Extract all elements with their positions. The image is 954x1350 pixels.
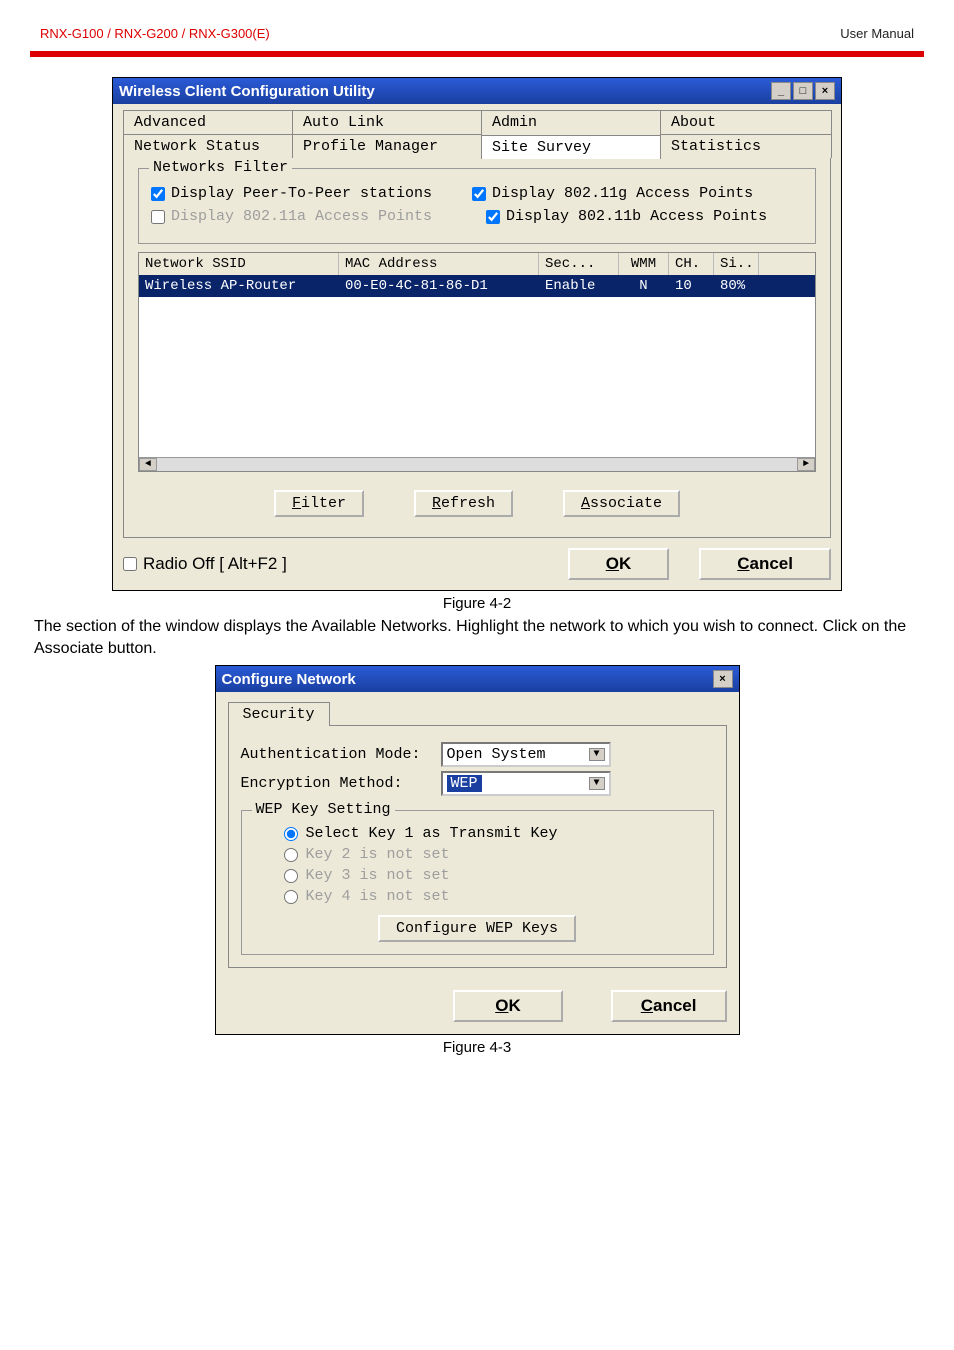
configure-wep-button[interactable]: Configure WEP Keys xyxy=(378,915,576,942)
filter-button[interactable]: Filter xyxy=(274,490,364,517)
radio-off-input[interactable] xyxy=(123,557,137,571)
wep-group-legend: WEP Key Setting xyxy=(252,801,395,818)
window-wireless-utility: Wireless Client Configuration Utility _ … xyxy=(112,77,842,591)
tab-autolink[interactable]: Auto Link xyxy=(292,110,482,134)
select-encryption[interactable]: WEP ▼ xyxy=(441,771,611,796)
checkbox-11b[interactable]: Display 802.11b Access Points xyxy=(486,208,767,225)
networks-table: Network SSID MAC Address Sec... WMM CH. … xyxy=(138,252,816,472)
dropdown-icon[interactable]: ▼ xyxy=(589,777,605,790)
radio-off-label: Radio Off [ Alt+F2 ] xyxy=(143,554,287,574)
tab-about[interactable]: About xyxy=(660,110,832,134)
radio-key1-label: Select Key 1 as Transmit Key xyxy=(306,825,558,842)
radio-key3[interactable]: Key 3 is not set xyxy=(284,867,701,884)
tab-statistics[interactable]: Statistics xyxy=(660,134,832,158)
close-icon[interactable]: × xyxy=(713,670,733,688)
checkbox-11g-input[interactable] xyxy=(472,187,486,201)
checkbox-11a-input[interactable] xyxy=(151,210,165,224)
checkbox-11a-label: Display 802.11a Access Points xyxy=(171,208,432,225)
refresh-button[interactable]: Refresh xyxy=(414,490,513,517)
window-configure-network: Configure Network × Security Authenticat… xyxy=(215,665,740,1035)
td-mac: 00-E0-4C-81-86-D1 xyxy=(339,275,539,297)
tab-advanced[interactable]: Advanced xyxy=(123,110,293,134)
body-paragraph: The section of the window displays the A… xyxy=(34,616,920,659)
header-left: RNX-G100 / RNX-G200 / RNX-G300(E) xyxy=(40,26,270,41)
scroll-right-icon[interactable]: ► xyxy=(797,458,815,471)
radio-key3-label: Key 3 is not set xyxy=(306,867,450,884)
tab-network-status[interactable]: Network Status xyxy=(123,134,293,158)
td-sec: Enable xyxy=(539,275,619,297)
tab-profile-manager[interactable]: Profile Manager xyxy=(292,134,482,158)
select-auth-mode[interactable]: Open System ▼ xyxy=(441,742,611,767)
label-auth-mode: Authentication Mode: xyxy=(241,746,441,763)
ok-button-2[interactable]: OK xyxy=(453,990,563,1022)
checkbox-p2p[interactable]: Display Peer-To-Peer stations xyxy=(151,185,432,202)
td-si: 80% xyxy=(714,275,759,297)
radio-key4[interactable]: Key 4 is not set xyxy=(284,888,701,905)
dropdown-icon[interactable]: ▼ xyxy=(589,748,605,761)
radio-off-checkbox[interactable]: Radio Off [ Alt+F2 ] xyxy=(123,554,287,574)
wep-key-group: WEP Key Setting Select Key 1 as Transmit… xyxy=(241,810,714,955)
th-mac[interactable]: MAC Address xyxy=(339,253,539,275)
checkbox-p2p-label: Display Peer-To-Peer stations xyxy=(171,185,432,202)
networks-filter-group: Networks Filter Display Peer-To-Peer sta… xyxy=(138,168,816,244)
radio-key1-input[interactable] xyxy=(284,827,298,841)
select-encryption-value: WEP xyxy=(447,775,482,792)
td-ssid: Wireless AP-Router xyxy=(139,275,339,297)
maximize-icon[interactable]: □ xyxy=(793,82,813,100)
th-wmm[interactable]: WMM xyxy=(619,253,669,275)
h-scrollbar[interactable]: ◄ ► xyxy=(139,457,815,471)
checkbox-p2p-input[interactable] xyxy=(151,187,165,201)
cancel-button[interactable]: Cancel xyxy=(699,548,831,580)
ok-button[interactable]: OK xyxy=(568,548,670,580)
radio-key2-input[interactable] xyxy=(284,848,298,862)
checkbox-11g-label: Display 802.11g Access Points xyxy=(492,185,753,202)
associate-button[interactable]: Associate xyxy=(563,490,680,517)
radio-key3-input[interactable] xyxy=(284,869,298,883)
cancel-button-2[interactable]: Cancel xyxy=(611,990,727,1022)
select-auth-value: Open System xyxy=(447,746,546,763)
th-ssid[interactable]: Network SSID xyxy=(139,253,339,275)
table-row[interactable]: Wireless AP-Router 00-E0-4C-81-86-D1 Ena… xyxy=(139,275,815,297)
radio-key4-input[interactable] xyxy=(284,890,298,904)
checkbox-11b-label: Display 802.11b Access Points xyxy=(506,208,767,225)
label-encryption: Encryption Method: xyxy=(241,775,441,792)
tab-security[interactable]: Security xyxy=(228,702,330,726)
th-si[interactable]: Si.. xyxy=(714,253,759,275)
tab-site-survey[interactable]: Site Survey xyxy=(481,135,661,159)
table-blank xyxy=(139,297,815,457)
radio-key2[interactable]: Key 2 is not set xyxy=(284,846,701,863)
figure-caption-2: Figure 4-3 xyxy=(34,1039,920,1056)
td-ch: 10 xyxy=(669,275,714,297)
checkbox-11g[interactable]: Display 802.11g Access Points xyxy=(472,185,753,202)
close-icon[interactable]: × xyxy=(815,82,835,100)
titlebar-2: Configure Network × xyxy=(216,666,739,692)
checkbox-11a[interactable]: Display 802.11a Access Points xyxy=(151,208,432,225)
titlebar: Wireless Client Configuration Utility _ … xyxy=(113,78,841,104)
th-sec[interactable]: Sec... xyxy=(539,253,619,275)
header-right: User Manual xyxy=(840,26,914,41)
window-title: Wireless Client Configuration Utility xyxy=(119,83,375,100)
scroll-left-icon[interactable]: ◄ xyxy=(139,458,157,471)
tab-admin[interactable]: Admin xyxy=(481,110,661,134)
figure-caption-1: Figure 4-2 xyxy=(34,595,920,612)
radio-key2-label: Key 2 is not set xyxy=(306,846,450,863)
group-legend: Networks Filter xyxy=(149,159,292,176)
minimize-icon[interactable]: _ xyxy=(771,82,791,100)
radio-key1[interactable]: Select Key 1 as Transmit Key xyxy=(284,825,701,842)
td-wmm: N xyxy=(619,275,669,297)
window-title-2: Configure Network xyxy=(222,671,356,688)
radio-key4-label: Key 4 is not set xyxy=(306,888,450,905)
checkbox-11b-input[interactable] xyxy=(486,210,500,224)
th-ch[interactable]: CH. xyxy=(669,253,714,275)
